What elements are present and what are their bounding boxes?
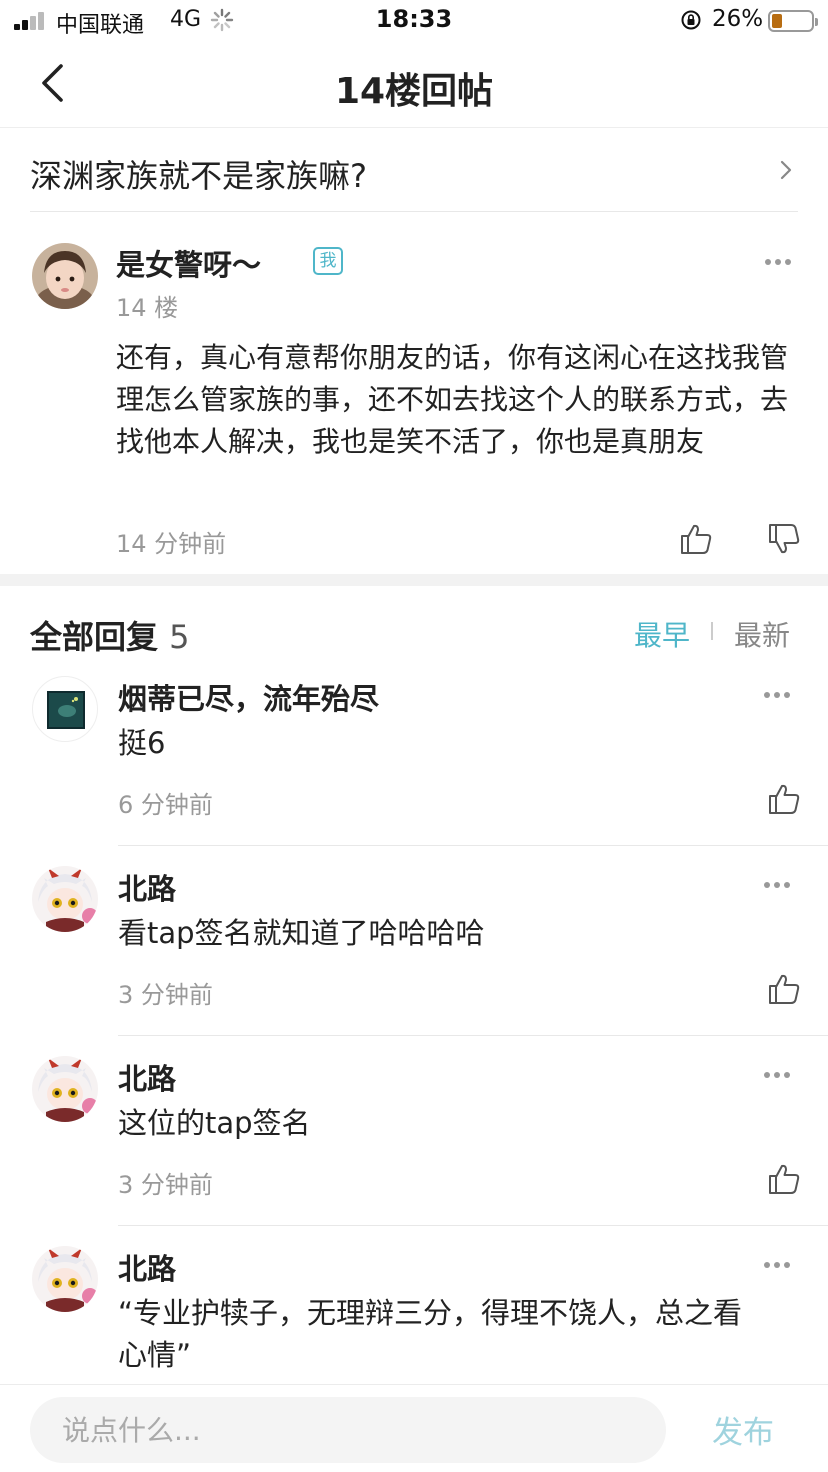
reply-time: 3 分钟前 (118, 981, 213, 1009)
avatar[interactable] (32, 1246, 98, 1312)
nav-bar: 14楼回帖 (0, 44, 828, 128)
replies-header-label: 全部回复 (30, 618, 159, 656)
reply-time: 3 分钟前 (118, 1171, 213, 1199)
thumbs-up-icon[interactable] (767, 782, 801, 816)
floor-number: 14 楼 (116, 294, 179, 322)
replies-count: 5 (169, 618, 190, 656)
avatar[interactable] (32, 243, 98, 309)
battery-percentage: 26% (712, 6, 764, 32)
avatar[interactable] (32, 866, 98, 932)
more-options-icon[interactable] (762, 690, 794, 700)
post-time: 14 分钟前 (116, 530, 227, 558)
more-options-icon[interactable] (762, 1070, 794, 1080)
replies-header: 全部回复 5 (30, 612, 190, 658)
rotation-lock-icon (681, 10, 701, 30)
thumbs-up-icon[interactable] (679, 522, 713, 556)
reply-text: 挺6 (118, 726, 166, 760)
me-badge: 我 (313, 247, 343, 275)
reply-text: 看tap签名就知道了哈哈哈哈 (118, 916, 485, 950)
reply-divider (118, 1225, 828, 1226)
reply-author-name[interactable]: 烟蒂已尽，流年殆尽 (118, 676, 379, 718)
thread-link[interactable]: 深渊家族就不是家族嘛? (30, 129, 798, 212)
reply-author-name[interactable]: 北路 (118, 866, 176, 908)
comment-composer: 发布 (0, 1384, 828, 1472)
section-divider (0, 574, 828, 586)
page-title: 14楼回帖 (334, 71, 494, 112)
thumbs-up-icon[interactable] (767, 972, 801, 1006)
battery-icon (768, 10, 818, 32)
reply-author-name[interactable]: 北路 (118, 1056, 176, 1098)
status-time: 18:33 (375, 5, 453, 33)
avatar[interactable] (32, 676, 98, 742)
reply-author-name[interactable]: 北路 (118, 1246, 176, 1288)
thread-title: 深渊家族就不是家族嘛? (30, 157, 367, 195)
thumbs-down-icon[interactable] (767, 522, 801, 556)
thumbs-up-icon[interactable] (767, 1162, 801, 1196)
post-body: 还有，真心有意帮你朋友的话，你有这闲心在这找我管理怎么管家族的事，还不如去找这个… (116, 341, 789, 458)
reply-text: “专业护犊子，无理辩三分，得理不饶人，总之看心情” (118, 1296, 743, 1372)
avatar[interactable] (32, 1056, 98, 1122)
sort-earliest-tab[interactable]: 最早 (634, 614, 690, 654)
post-author-name[interactable]: 是女警呀～ (116, 242, 261, 284)
chevron-right-icon (780, 160, 792, 180)
comment-input[interactable] (30, 1397, 666, 1463)
reply-text: 这位的tap签名 (118, 1106, 311, 1140)
publish-button[interactable]: 发布 (712, 1407, 774, 1452)
sort-latest-tab[interactable]: 最新 (734, 614, 790, 654)
reply-time: 6 分钟前 (118, 791, 213, 819)
more-options-icon[interactable] (763, 257, 795, 267)
sort-divider (711, 622, 713, 640)
status-bar: 中国联通 4G 18:33 26% (0, 0, 828, 44)
reply-divider (118, 845, 828, 846)
more-options-icon[interactable] (762, 1260, 794, 1270)
more-options-icon[interactable] (762, 880, 794, 890)
reply-divider (118, 1035, 828, 1036)
